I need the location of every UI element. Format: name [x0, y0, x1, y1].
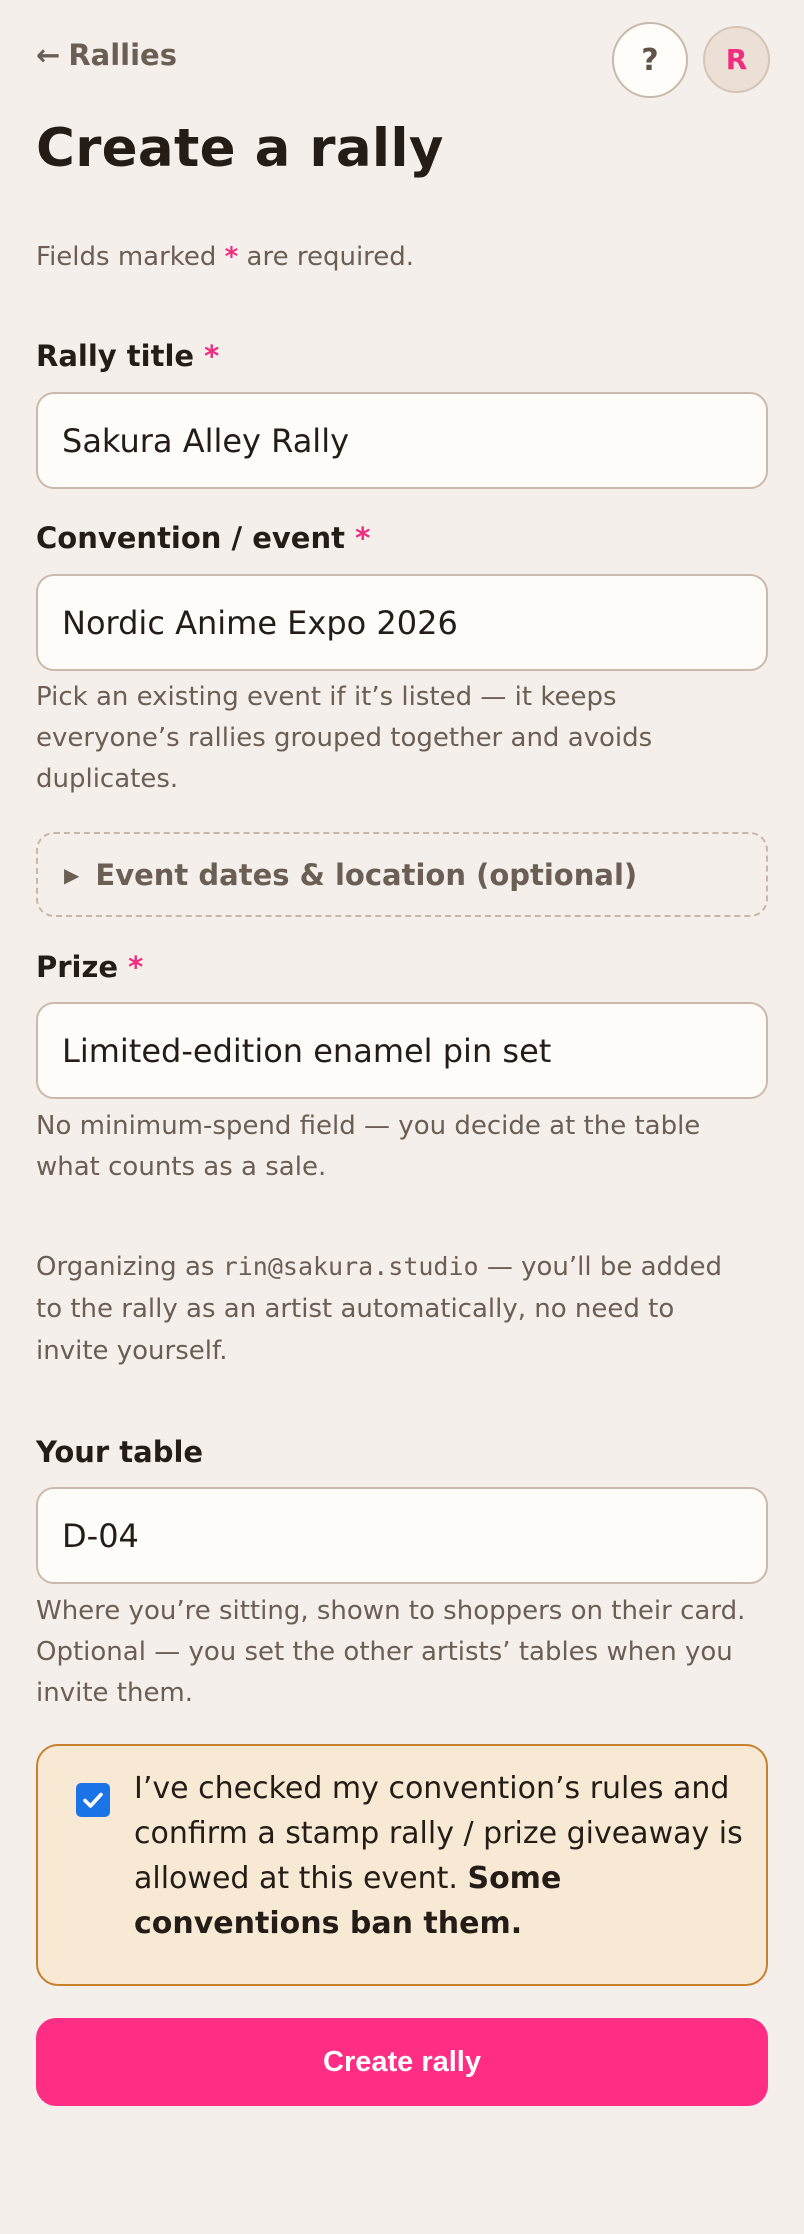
help-line: what counts as a sale. [36, 1152, 327, 1182]
back-link-label: Rallies [68, 38, 177, 72]
rally-title-input[interactable]: Sakura Alley Rally [36, 392, 768, 489]
rally-title-label: Rally title * [36, 339, 219, 373]
prize-help-text: No minimum-spend field — you decide at t… [36, 1106, 768, 1188]
organizer-text: Organizing as [36, 1252, 223, 1282]
help-line: No minimum-spend field — you decide at t… [36, 1111, 701, 1141]
create-rally-button[interactable]: Create rally [36, 2018, 768, 2106]
help-line: Optional — you set the other artists’ ta… [36, 1637, 733, 1667]
convention-input[interactable]: Nordic Anime Expo 2026 [36, 574, 768, 671]
confirm-text: I’ve checked my convention’s rules and c… [134, 1771, 743, 1896]
help-line: duplicates. [36, 764, 179, 794]
help-line: invite them. [36, 1678, 194, 1708]
table-label: Your table [36, 1435, 204, 1469]
help-line: Pick an existing event if it’s listed — … [36, 682, 617, 712]
rules-confirm-text: I’ve checked my convention’s rules and c… [134, 1766, 744, 1946]
checkmark-icon [83, 1792, 103, 1808]
disclosure-triangle-icon: ▶ [64, 862, 80, 887]
organizer-note-line: invite yourself. [36, 1336, 228, 1366]
prize-label-text: Prize [36, 950, 119, 984]
back-arrow-icon: ← [36, 38, 61, 72]
organizer-note-line: Organizing as rin@sakura.studio — you’ll… [36, 1246, 768, 1288]
event-details-disclosure[interactable]: ▶ Event dates & location (optional) [36, 832, 768, 917]
top-bar: ← Rallies ? R [36, 0, 770, 110]
rally-title-label-text: Rally title [36, 339, 195, 373]
organizer-note: Organizing as rin@sakura.studio — you’ll… [36, 1246, 768, 1372]
help-line: everyone’s rallies grouped together and … [36, 723, 653, 753]
user-avatar[interactable]: R [703, 26, 770, 93]
required-star: * [224, 242, 239, 272]
event-details-label: Event dates & location (optional) [95, 857, 638, 892]
organizer-email: rin@sakura.studio [222, 1252, 479, 1281]
table-help-text: Where you’re sitting, shown to shoppers … [36, 1591, 768, 1714]
table-input[interactable]: D-04 [36, 1487, 768, 1584]
convention-label: Convention / event * [36, 521, 370, 555]
prize-label: Prize * [36, 950, 143, 984]
required-star: * [355, 521, 371, 555]
required-star: * [204, 339, 220, 373]
rules-confirm-checkbox[interactable] [76, 1783, 110, 1817]
required-star: * [128, 950, 144, 984]
organizer-note-line: to the rally as an artist automatically,… [36, 1294, 675, 1324]
prize-input[interactable]: Limited-edition enamel pin set [36, 1002, 768, 1099]
help-button[interactable]: ? [612, 22, 688, 98]
back-to-rallies-link[interactable]: ← Rallies [36, 38, 177, 72]
convention-label-text: Convention / event [36, 521, 345, 555]
convention-help-text: Pick an existing event if it’s listed — … [36, 677, 768, 800]
required-note-text: Fields marked [36, 242, 225, 272]
rules-confirmation-box: I’ve checked my convention’s rules and c… [36, 1744, 768, 1986]
required-fields-note: Fields marked * are required. [36, 242, 414, 272]
page-title: Create a rally [36, 118, 444, 179]
required-note-text-end: are required. [238, 242, 415, 272]
help-line: Where you’re sitting, shown to shoppers … [36, 1596, 746, 1626]
organizer-text: — you’ll be added [478, 1252, 723, 1282]
